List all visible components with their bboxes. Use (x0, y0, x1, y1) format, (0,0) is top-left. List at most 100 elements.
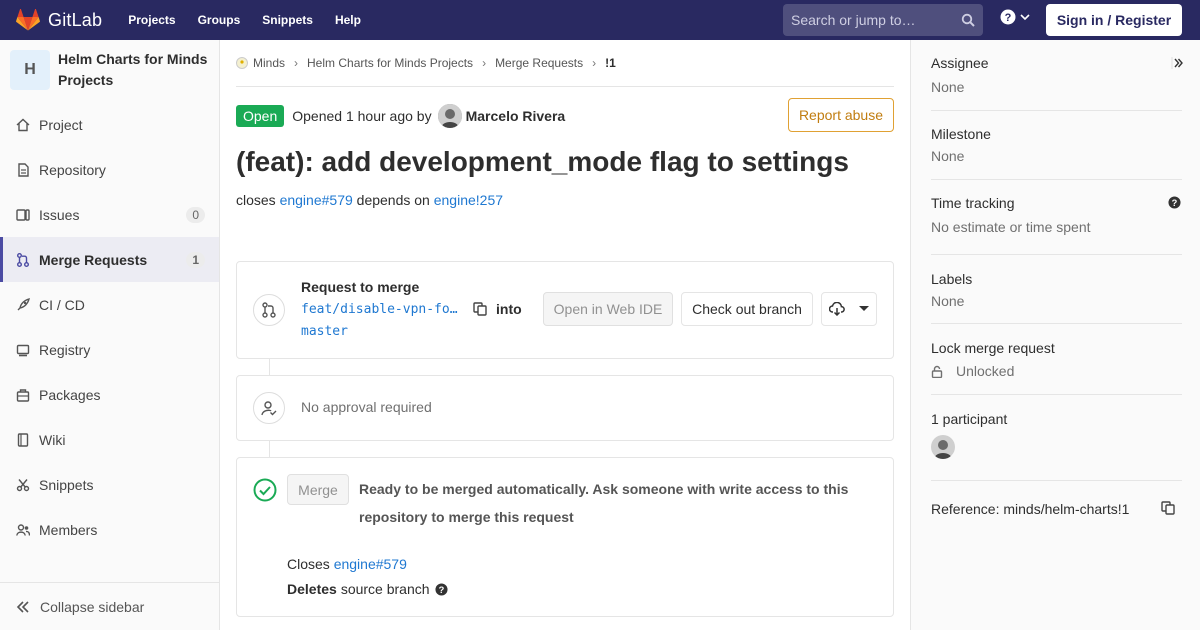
collapse-sidebar-label: Collapse sidebar (40, 598, 145, 615)
question-circle-icon[interactable]: ? (434, 582, 448, 596)
approval-user-icon (261, 401, 277, 416)
check-out-branch-button[interactable]: Check out branch (681, 292, 813, 326)
sidebar-item-repository[interactable]: Repository (0, 147, 219, 192)
book-icon (16, 432, 30, 447)
target-branch[interactable]: master (301, 324, 348, 339)
sidebar-item-label: Repository (39, 161, 106, 178)
approval-panel: No approval required (236, 375, 894, 441)
closes-line: Closes engine#579 (287, 556, 407, 572)
collapse-sidebar-button[interactable]: Collapse sidebar (0, 582, 219, 630)
rocket-icon (16, 297, 30, 312)
merge-request-circle (253, 294, 285, 326)
project-avatar: H (10, 50, 50, 90)
labels-block: Labels None (931, 271, 1182, 309)
sidebar-item-merge-requests[interactable]: Merge Requests 1 (0, 237, 219, 282)
sidebar-item-label: Packages (39, 386, 101, 403)
lock-status: Unlocked (931, 363, 1182, 379)
merge-request-icon (262, 302, 276, 318)
double-chevron-left-icon (16, 600, 29, 613)
request-to-merge-panel: Request to merge feat/disable-vpn-fo… in… (236, 261, 894, 359)
opened-text: Opened 1 hour ago by (292, 107, 432, 124)
help-dropdown[interactable]: ? (1000, 9, 1030, 25)
sidebar-item-label: Registry (39, 341, 91, 358)
sidebar-item-wiki[interactable]: Wiki (0, 417, 219, 462)
nav-snippets[interactable]: Snippets (262, 13, 313, 27)
sidebar-item-label: Members (39, 521, 98, 538)
avatar-image (437, 103, 462, 128)
nav-groups[interactable]: Groups (198, 13, 241, 27)
home-icon (16, 118, 30, 132)
sidebar-item-ci-cd[interactable]: CI / CD (0, 282, 219, 327)
sidebar-item-snippets[interactable]: Snippets (0, 462, 219, 507)
double-chevron-right-icon[interactable] (1171, 57, 1183, 69)
search-input[interactable]: Search or jump to… (783, 4, 983, 36)
avatar[interactable] (437, 103, 462, 128)
check-circle-icon (253, 478, 277, 502)
assignee-value: None (931, 79, 965, 95)
author-link[interactable]: Marcelo Rivera (466, 108, 566, 124)
sidebar-item-project[interactable]: Project (0, 102, 219, 147)
deletes-label: Deletes (287, 581, 337, 597)
avatar[interactable] (931, 435, 955, 459)
svg-text:?: ? (1172, 198, 1178, 208)
lock-open-icon (931, 365, 943, 378)
sidebar-item-label: Wiki (39, 431, 66, 448)
lock-title: Lock merge request (931, 340, 1055, 356)
top-navbar: GitLab Projects Groups Snippets Help Sea… (0, 0, 1200, 40)
source-branch[interactable]: feat/disable-vpn-fo… (301, 302, 458, 317)
milestone-title: Milestone (931, 126, 991, 142)
breadcrumb-project[interactable]: Helm Charts for Minds Projects (307, 56, 473, 70)
count-badge: 1 (186, 251, 205, 268)
time-tracking-block: Time tracking No estimate or time spent (931, 195, 1182, 235)
timeline-connector (269, 359, 270, 375)
copy-icon[interactable] (473, 302, 487, 316)
participants-block: 1 participant (931, 411, 1182, 459)
assignee-block: Assignee None (931, 55, 1182, 95)
desc-link-mr[interactable]: engine!257 (434, 192, 503, 208)
desc-prefix: closes (236, 192, 276, 208)
gitlab-fox-icon (16, 9, 40, 31)
approval-circle (253, 392, 285, 424)
sidebar-item-label: Project (39, 116, 83, 133)
copy-icon[interactable] (1161, 501, 1175, 515)
divider (931, 110, 1182, 111)
status-badge: Open (236, 104, 285, 127)
nav-help[interactable]: Help (335, 13, 361, 27)
sidebar-item-issues[interactable]: Issues 0 (0, 192, 219, 237)
merge-request-icon (16, 252, 30, 267)
open-web-ide-button[interactable]: Open in Web IDE (543, 292, 673, 326)
sidebar-item-label: Issues (39, 206, 80, 223)
report-abuse-button[interactable]: Report abuse (787, 98, 894, 132)
question-circle-icon[interactable]: ? (1168, 196, 1181, 209)
chevron-down-icon (1020, 14, 1030, 21)
sidebar-item-label: Merge Requests (39, 251, 148, 268)
project-header[interactable]: H Helm Charts for Minds Projects (0, 40, 219, 102)
page-title: (feat): add development_mode flag to set… (236, 146, 849, 177)
sidebar-item-registry[interactable]: Registry (0, 327, 219, 372)
users-icon (16, 523, 30, 537)
time-tracking-title: Time tracking (931, 195, 1015, 211)
sidebar-item-packages[interactable]: Packages (0, 372, 219, 417)
sign-in-button[interactable]: Sign in / Register (1046, 4, 1182, 36)
nav-projects[interactable]: Projects (128, 13, 175, 27)
milestone-block: Milestone None (931, 126, 1182, 164)
closes-issue-link[interactable]: engine#579 (334, 556, 407, 572)
download-dropdown-button[interactable] (821, 292, 877, 326)
right-sidebar: Assignee None Milestone None Time tracki… (910, 40, 1200, 630)
breadcrumb-current[interactable]: !1 (605, 56, 616, 70)
reference-block: Reference: minds/helm-charts!1 (931, 501, 1182, 517)
search-icon (961, 13, 975, 27)
request-to-merge-title: Request to merge (301, 279, 420, 295)
merge-status-message: Ready to be merged automatically. Ask so… (359, 481, 849, 525)
cloud-download-icon (829, 302, 845, 316)
deletes-line: Deletes source branch ? (287, 581, 448, 597)
caret-down-icon (859, 306, 869, 311)
gitlab-logo[interactable]: GitLab (16, 9, 102, 31)
breadcrumb-merge-requests[interactable]: Merge Requests (495, 56, 583, 70)
breadcrumb-minds[interactable]: Minds (253, 56, 285, 70)
desc-link-issue[interactable]: engine#579 (280, 192, 353, 208)
labels-value: None (931, 293, 965, 309)
merge-button[interactable]: Merge (287, 474, 349, 505)
sidebar-item-members[interactable]: Members (0, 507, 219, 552)
participant-avatar-image (931, 435, 955, 459)
